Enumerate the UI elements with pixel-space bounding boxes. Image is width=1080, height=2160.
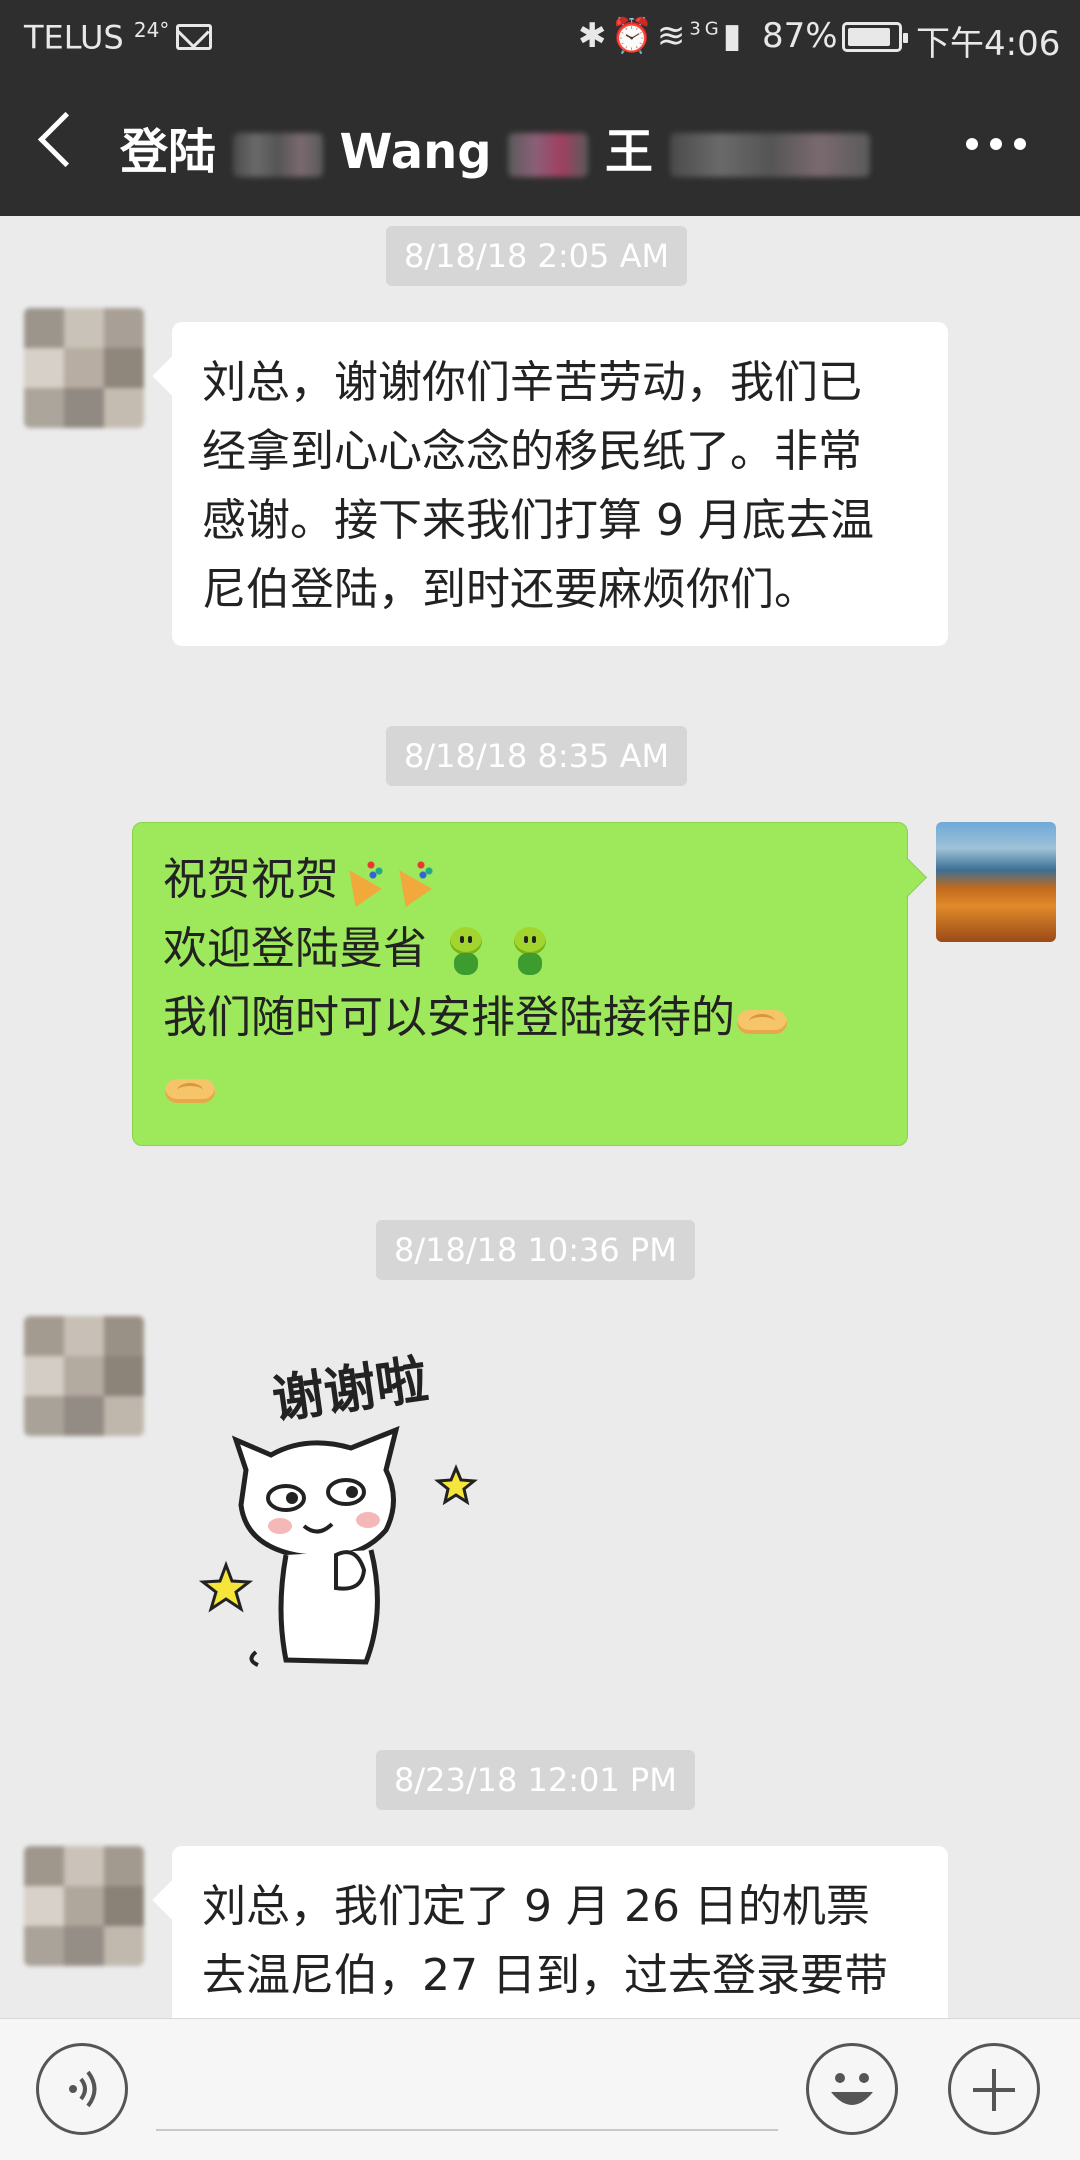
alarm-icon: ⏰ bbox=[610, 16, 657, 56]
signal-icon: ▮ bbox=[722, 16, 746, 56]
pig-head bbox=[231, 1425, 400, 1560]
network-type: 3G bbox=[689, 18, 723, 40]
party-popper-icon bbox=[339, 857, 389, 907]
handshake-icon bbox=[735, 1000, 789, 1040]
sprout-face-icon bbox=[441, 925, 491, 977]
sprout-face-icon bbox=[505, 925, 555, 977]
mail-icon bbox=[176, 24, 212, 50]
timestamp: 8/18/18 8:35 AM bbox=[386, 726, 688, 786]
timestamp: 8/23/18 12:01 PM bbox=[376, 1750, 695, 1810]
message-line: 祝贺祝贺 bbox=[163, 845, 877, 914]
message-line: 刘总，我们定了 9 月 26 日的机票 bbox=[202, 1881, 870, 1932]
contact-avatar[interactable] bbox=[24, 1316, 144, 1436]
wifi-icon: ≋ bbox=[656, 16, 690, 56]
message-input[interactable] bbox=[156, 2129, 778, 2131]
message-bubble-outgoing[interactable]: 祝贺祝贺 欢迎登陆曼省 我们随时可以安排登陆接待的 bbox=[132, 822, 908, 1146]
title-part1: 登陆 bbox=[120, 124, 217, 180]
input-bar bbox=[0, 2018, 1080, 2160]
redacted-name bbox=[508, 133, 589, 177]
redacted-name bbox=[669, 133, 870, 177]
handshake-icon bbox=[163, 1069, 217, 1109]
title-part2: Wang bbox=[339, 124, 492, 180]
voice-icon[interactable] bbox=[36, 2043, 128, 2135]
plus-icon[interactable] bbox=[948, 2043, 1040, 2135]
status-bar: TELUS 24° ✱⏰≋3G▮ 87% 下午4:06 bbox=[0, 0, 1080, 74]
back-icon[interactable] bbox=[37, 111, 94, 168]
clock: 下午4:06 bbox=[916, 24, 1061, 64]
title-part3: 王 bbox=[605, 124, 654, 180]
emoji-icon[interactable] bbox=[806, 2043, 898, 2135]
message-line: 欢迎登陆曼省 bbox=[163, 914, 877, 983]
more-icon[interactable] bbox=[966, 138, 1026, 152]
party-popper-icon bbox=[389, 857, 439, 907]
message-line bbox=[163, 1052, 877, 1121]
contact-avatar[interactable] bbox=[24, 1846, 144, 1966]
timestamp: 8/18/18 2:05 AM bbox=[386, 226, 688, 286]
redacted-name bbox=[232, 133, 323, 177]
title-bar: 登陆 Wang 王 bbox=[0, 74, 1080, 216]
top-bar: TELUS 24° ✱⏰≋3G▮ 87% 下午4:06 登陆 Wang 王 bbox=[0, 0, 1080, 216]
sticker-message[interactable]: 谢谢啦 bbox=[186, 1330, 506, 1690]
contact-avatar[interactable] bbox=[24, 308, 144, 428]
message-line: 经拿到心心念念的移民纸了。非常 bbox=[202, 426, 862, 477]
timestamp: 8/18/18 10:36 PM bbox=[376, 1220, 695, 1280]
star-icon bbox=[198, 1560, 254, 1613]
message-bubble-incoming[interactable]: 刘总，谢谢你们辛苦劳动，我们已 经拿到心心念念的移民纸了。非常 感谢。接下来我们… bbox=[172, 322, 948, 646]
message-line: 刘总，谢谢你们辛苦劳动，我们已 bbox=[202, 357, 862, 408]
message-line: 我们随时可以安排登陆接待的 bbox=[163, 983, 877, 1052]
carrier-label: TELUS 24° bbox=[24, 18, 170, 57]
status-icons: ✱⏰≋3G▮ bbox=[578, 16, 745, 56]
star-icon bbox=[434, 1464, 478, 1506]
sticker-caption: 谢谢啦 bbox=[269, 1350, 432, 1431]
message-line: 去温尼伯，27 日到，过去登录要带 bbox=[202, 1950, 888, 2001]
battery-fill bbox=[848, 28, 890, 46]
bluetooth-icon: ✱ bbox=[578, 16, 611, 56]
battery-icon bbox=[842, 22, 908, 52]
cartoon-pig-sticker: 谢谢啦 bbox=[198, 1350, 478, 1667]
self-avatar[interactable] bbox=[936, 822, 1056, 942]
message-line: 尼伯登陆，到时还要麻烦你们。 bbox=[202, 564, 818, 615]
battery-percent: 87% bbox=[762, 16, 838, 56]
message-line: 感谢。接下来我们打算 9 月底去温 bbox=[202, 495, 874, 546]
chat-title: 登陆 Wang 王 bbox=[120, 112, 870, 182]
